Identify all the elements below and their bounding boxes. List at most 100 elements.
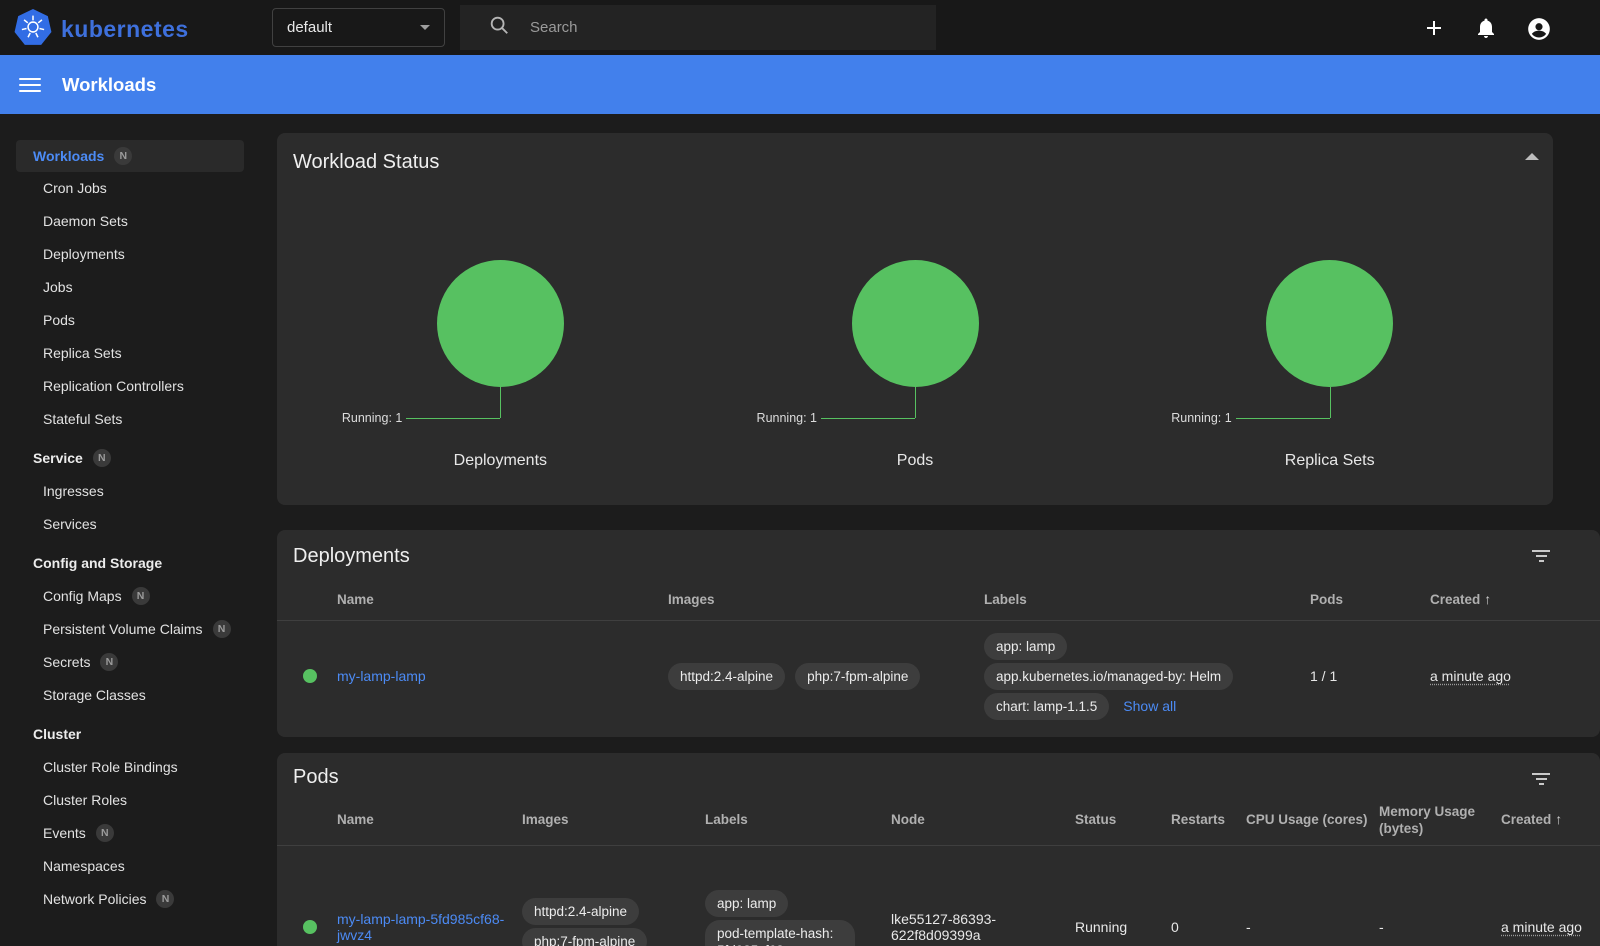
workload-chart-deployments: Running: 1Deployments: [293, 176, 708, 486]
pod-status: Running: [1075, 845, 1171, 946]
kubernetes-logo[interactable]: kubernetes: [14, 8, 189, 51]
new-badge: N: [93, 449, 111, 467]
column-created[interactable]: Created↑: [1501, 795, 1600, 845]
notifications-bell-button[interactable]: [1474, 16, 1498, 40]
pods-title: Pods: [293, 766, 1600, 789]
namespace-selector[interactable]: default: [272, 8, 445, 47]
chip-line: chart: lamp-1.1.5Show all: [984, 693, 1296, 720]
chip-line: php:7-fpm-alpine: [522, 928, 691, 946]
chevron-down-icon: [420, 25, 430, 30]
sort-ascending-icon: ↑: [1555, 811, 1562, 827]
status-ok-icon: [303, 920, 317, 934]
sidebar-nav: WorkloadsN Cron Jobs Daemon Sets Deployment…: [0, 114, 260, 946]
pie-chart: [852, 260, 979, 387]
pod-name-link[interactable]: my-lamp-lamp-5fd985cf68-jwvz4: [337, 911, 504, 943]
created-timestamp: a minute ago: [1501, 919, 1582, 935]
sidebar-item-label: Config and Storage: [33, 555, 162, 571]
column-name[interactable]: Name: [337, 580, 668, 620]
sidebar-item-label: Daemon Sets: [43, 213, 128, 229]
chevron-up-icon: [1525, 153, 1539, 160]
page-title: Workloads: [62, 74, 156, 96]
pie-chart: [437, 260, 564, 387]
new-badge: N: [213, 620, 231, 638]
sidebar-item-deployments[interactable]: Deployments: [16, 238, 244, 270]
sidebar-item-stateful-sets[interactable]: Stateful Sets: [16, 403, 244, 435]
filter-icon[interactable]: [1532, 773, 1550, 788]
pie-connector-line: [1330, 387, 1331, 418]
column-pods[interactable]: Pods: [1310, 580, 1430, 620]
column-cpu[interactable]: CPU Usage (cores): [1246, 795, 1379, 845]
sidebar-item-daemon-sets[interactable]: Daemon Sets: [16, 205, 244, 237]
column-images[interactable]: Images: [522, 795, 705, 845]
column-labels[interactable]: Labels: [705, 795, 891, 845]
sidebar-item-cluster-role-bindings[interactable]: Cluster Role Bindings: [16, 751, 244, 783]
new-badge: N: [100, 653, 118, 671]
sidebar-item-label: Cluster Role Bindings: [43, 759, 178, 775]
label-chip: php:7-fpm-alpine: [795, 663, 920, 690]
kubernetes-helm-icon: [14, 8, 52, 51]
sidebar-item-label: Service: [33, 450, 83, 466]
sidebar-item-cron-jobs[interactable]: Cron Jobs: [16, 172, 244, 204]
chart-title: Pods: [708, 452, 1123, 470]
column-status-dot: [277, 795, 337, 845]
sidebar-item-ingresses[interactable]: Ingresses: [16, 475, 244, 507]
column-created[interactable]: Created↑: [1430, 580, 1600, 620]
sidebar-item-jobs[interactable]: Jobs: [16, 271, 244, 303]
sidebar-item-label: Storage Classes: [43, 687, 146, 703]
new-badge: N: [132, 587, 150, 605]
pod-images-chips: httpd:2.4-alpinephp:7-fpm-alpine: [522, 898, 691, 946]
sidebar-item-namespaces[interactable]: Namespaces: [16, 850, 244, 882]
sidebar-item-label: Ingresses: [43, 483, 104, 499]
table-header-row: Name Images Labels Pods Created↑: [277, 580, 1600, 620]
column-restarts[interactable]: Restarts: [1171, 795, 1246, 845]
column-memory[interactable]: Memory Usage (bytes): [1379, 795, 1501, 845]
pie-slice-label: Running: 1: [342, 411, 402, 425]
sidebar-item-config-maps[interactable]: Config MapsN: [16, 580, 244, 612]
column-name[interactable]: Name: [337, 795, 522, 845]
sidebar-item-network-policies[interactable]: Network PoliciesN: [16, 883, 244, 915]
sidebar-item-label: Stateful Sets: [43, 411, 122, 427]
sidebar-item-label: Cron Jobs: [43, 180, 107, 196]
column-status[interactable]: Status: [1075, 795, 1171, 845]
account-avatar-button[interactable]: [1526, 16, 1550, 40]
new-badge: N: [96, 824, 114, 842]
sidebar-item-replica-sets[interactable]: Replica Sets: [16, 337, 244, 369]
show-all-link[interactable]: Show all: [1123, 698, 1176, 714]
menu-hamburger-button[interactable]: [19, 74, 41, 96]
deployment-name-link[interactable]: my-lamp-lamp: [337, 668, 426, 684]
sidebar-item-label: Secrets: [43, 654, 90, 670]
label-chip: php:7-fpm-alpine: [522, 928, 647, 946]
column-images[interactable]: Images: [668, 580, 984, 620]
sidebar-item-events[interactable]: EventsN: [16, 817, 244, 849]
pie-connector-line: [915, 387, 916, 418]
sidebar-item-secrets[interactable]: Secrets N: [16, 646, 244, 678]
topbar-actions: [1422, 0, 1600, 55]
sidebar-item-cluster-roles[interactable]: Cluster Roles: [16, 784, 244, 816]
sidebar-item-storage-classes[interactable]: Storage Classes: [16, 679, 244, 711]
sidebar-item-label: Persistent Volume Claims: [43, 621, 203, 637]
chip-line: app.kubernetes.io/managed-by: Helm: [984, 663, 1296, 690]
sidebar-item-cluster[interactable]: Cluster: [16, 718, 244, 750]
sidebar-item-replication-controllers[interactable]: Replication Controllers: [16, 370, 244, 402]
sidebar-item-config-and-storage[interactable]: Config and Storage: [16, 547, 244, 579]
column-labels[interactable]: Labels: [984, 580, 1310, 620]
deployments-labels-chips: app: lampapp.kubernetes.io/managed-by: H…: [984, 633, 1296, 720]
sidebar-item-pods[interactable]: Pods: [16, 304, 244, 336]
sidebar-item-label: Replica Sets: [43, 345, 122, 361]
collapse-card-button[interactable]: [1520, 153, 1544, 169]
sidebar-item-label: Jobs: [43, 279, 73, 295]
pods-table: Name Images Labels Node Status Restarts …: [277, 795, 1600, 946]
column-node[interactable]: Node: [891, 795, 1075, 845]
sidebar-item-persistent-volume-claims[interactable]: Persistent Volume Claims N: [16, 613, 244, 645]
sidebar-item-label: Replication Controllers: [43, 378, 184, 394]
deployments-card: Deployments Name Images Labels Pods Crea…: [277, 530, 1600, 737]
sidebar-item-label: Services: [43, 516, 97, 532]
workload-chart-replica-sets: Running: 1Replica Sets: [1122, 176, 1537, 486]
sidebar-item-services[interactable]: Services: [16, 508, 244, 540]
filter-icon[interactable]: [1532, 550, 1550, 565]
search-input[interactable]: [530, 19, 890, 36]
sidebar-item-workloads[interactable]: WorkloadsN: [16, 140, 244, 172]
chip-line: app: lamp: [705, 890, 877, 917]
create-plus-button[interactable]: [1422, 16, 1446, 40]
sidebar-item-service[interactable]: Service N: [16, 442, 244, 474]
